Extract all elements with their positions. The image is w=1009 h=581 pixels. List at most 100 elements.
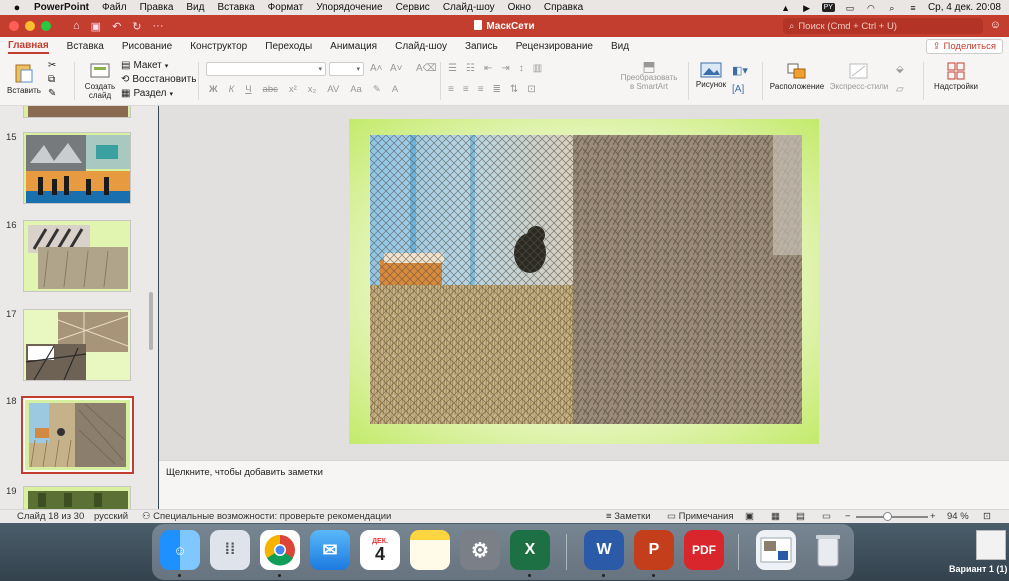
presenter-view-icon[interactable]: ▭ xyxy=(822,511,831,522)
language-indicator[interactable]: русский xyxy=(94,511,128,522)
desktop-file-label[interactable]: Вариант 1 (1) xyxy=(949,564,1007,574)
reset-button[interactable]: ⟲ Восстановить xyxy=(121,74,196,85)
chrome-icon[interactable] xyxy=(260,530,300,570)
zoom-in-button[interactable]: + xyxy=(930,511,936,522)
shape-outline-icon[interactable]: ▱ xyxy=(896,84,904,95)
control-center-icon[interactable]: ≡ xyxy=(907,3,919,13)
excel-icon[interactable]: X xyxy=(510,530,550,570)
slide-image-left[interactable] xyxy=(370,135,573,424)
tab-transitions[interactable]: Переходы xyxy=(265,41,312,52)
zoom-out-button[interactable]: − xyxy=(845,511,851,522)
underline-button[interactable]: Ч xyxy=(245,84,251,95)
strikethrough-button[interactable]: abc xyxy=(263,84,278,95)
slide-thumbnails-panel[interactable]: 15 16 17 18 19 xyxy=(0,106,158,509)
font-name-field[interactable]: ▾ xyxy=(206,62,326,76)
menu-help[interactable]: Справка xyxy=(544,2,583,13)
battery-icon[interactable]: ▭ xyxy=(844,3,856,13)
system-settings-icon[interactable]: ⚙ xyxy=(460,530,500,570)
superscript-button[interactable]: x² xyxy=(289,84,297,95)
columns-icon[interactable]: ▥ xyxy=(533,63,542,74)
addins-button[interactable]: Надстройки xyxy=(930,62,982,91)
menu-slideshow[interactable]: Слайд-шоу xyxy=(443,2,495,13)
justify-icon[interactable]: ≣ xyxy=(493,84,501,95)
menu-app-name[interactable]: PowerPoint xyxy=(34,2,89,13)
powerpoint-icon[interactable]: P xyxy=(634,530,674,570)
more-icon[interactable]: ··· xyxy=(153,20,164,33)
cut-icon[interactable]: ✂ xyxy=(48,60,56,71)
fit-to-window-icon[interactable]: ⊡ xyxy=(983,511,991,522)
menu-edit[interactable]: Правка xyxy=(140,2,174,13)
bullets-icon[interactable]: ☰ xyxy=(448,63,457,74)
comments-button[interactable]: ▭ Примечания xyxy=(667,511,733,522)
font-size-field[interactable]: ▾ xyxy=(329,62,364,76)
mail-icon[interactable]: ✉ xyxy=(310,530,350,570)
minimize-window-button[interactable] xyxy=(25,21,35,31)
bold-button[interactable]: Ж xyxy=(209,84,218,95)
spotlight-search-icon[interactable]: ⌕ xyxy=(886,3,898,13)
notes-placeholder[interactable]: Щелкните, чтобы добавить заметки xyxy=(166,467,323,478)
menu-insert[interactable]: Вставка xyxy=(217,2,254,13)
font-color-icon[interactable]: A xyxy=(392,84,398,95)
apple-menu-icon[interactable]: ● xyxy=(10,2,24,14)
reading-view-icon[interactable]: ▤ xyxy=(796,511,805,522)
tab-slideshow[interactable]: Слайд-шоу xyxy=(395,41,447,52)
preview-icon[interactable] xyxy=(756,530,796,570)
menu-view[interactable]: Вид xyxy=(186,2,204,13)
tab-home[interactable]: Главная xyxy=(8,40,49,54)
line-spacing-icon[interactable]: ↕ xyxy=(519,63,524,74)
increase-indent-icon[interactable]: ⇥ xyxy=(501,63,509,74)
account-icon[interactable]: ☺ xyxy=(990,19,1001,31)
trash-icon[interactable] xyxy=(808,530,848,570)
arrange-button[interactable]: Расположение xyxy=(768,62,826,91)
tab-animations[interactable]: Анимация xyxy=(330,41,377,52)
numbering-icon[interactable]: ☷ xyxy=(466,63,475,74)
align-center-icon[interactable]: ≡ xyxy=(463,84,469,95)
menu-arrange[interactable]: Упорядочение xyxy=(316,2,382,13)
menu-file[interactable]: Файл xyxy=(102,2,127,13)
zoom-window-button[interactable] xyxy=(41,21,51,31)
launchpad-icon[interactable]: ⁞⁞ xyxy=(210,530,250,570)
notification-center-icon[interactable]: ▲ xyxy=(780,3,792,13)
python-badge[interactable]: PY xyxy=(821,3,835,12)
normal-view-icon[interactable]: ▣ xyxy=(745,511,754,522)
align-left-icon[interactable]: ≡ xyxy=(448,84,454,95)
new-slide-button[interactable]: Создать слайд xyxy=(80,62,120,100)
subscript-button[interactable]: x₂ xyxy=(308,84,316,95)
align-text-icon[interactable]: ⊡ xyxy=(527,84,535,95)
change-case-button[interactable]: Aa xyxy=(350,84,362,95)
menu-format[interactable]: Формат xyxy=(268,2,304,13)
textbox-icon[interactable]: [A] xyxy=(732,84,744,95)
highlight-icon[interactable]: ✎ xyxy=(373,84,381,95)
current-slide[interactable] xyxy=(349,119,819,444)
paste-button[interactable]: Вставить xyxy=(6,62,42,95)
menubar-clock[interactable]: Ср, 4 дек. 20:08 xyxy=(928,2,1001,13)
notes-app-icon[interactable] xyxy=(410,530,450,570)
decrease-indent-icon[interactable]: ⇤ xyxy=(484,63,492,74)
increase-font-icon[interactable]: A˄ xyxy=(370,63,383,74)
notes-toggle-button[interactable]: ≡ Заметки xyxy=(606,511,651,522)
tab-design[interactable]: Конструктор xyxy=(190,41,247,52)
slide-editor-area[interactable] xyxy=(159,106,1009,460)
zoom-slider[interactable] xyxy=(856,516,928,518)
search-box[interactable]: ⌕ Поиск (Cmd + Ctrl + U) xyxy=(783,18,983,34)
play-icon[interactable]: ▶ xyxy=(801,3,813,13)
calendar-icon[interactable]: ДЕК. 4 xyxy=(360,530,400,570)
text-direction-icon[interactable]: ⇅ xyxy=(510,84,518,95)
zoom-slider-handle[interactable] xyxy=(883,512,892,521)
slide-thumbnail-15[interactable] xyxy=(23,132,131,204)
share-button[interactable]: ⇪ Поделиться xyxy=(925,39,1003,54)
home-icon[interactable]: ⌂ xyxy=(73,20,80,33)
wifi-icon[interactable]: ◠ xyxy=(865,3,877,13)
menu-tools[interactable]: Сервис xyxy=(396,2,430,13)
finder-icon[interactable]: ☺ xyxy=(160,530,200,570)
align-right-icon[interactable]: ≡ xyxy=(478,84,484,95)
tab-record[interactable]: Запись xyxy=(465,41,498,52)
convert-smartart-button[interactable]: ⬒ Преобразовать в SmartArt xyxy=(618,59,680,91)
tab-view[interactable]: Вид xyxy=(611,41,629,52)
shape-fill-icon[interactable]: ⬙ xyxy=(896,64,904,75)
layout-button[interactable]: ▤ Макет ▾ xyxy=(121,60,168,71)
accessibility-check[interactable]: ⚇ Специальные возможности: проверьте рек… xyxy=(142,511,391,522)
slide-thumbnail-17[interactable] xyxy=(23,309,131,381)
tab-review[interactable]: Рецензирование xyxy=(516,41,593,52)
menu-window[interactable]: Окно xyxy=(508,2,531,13)
